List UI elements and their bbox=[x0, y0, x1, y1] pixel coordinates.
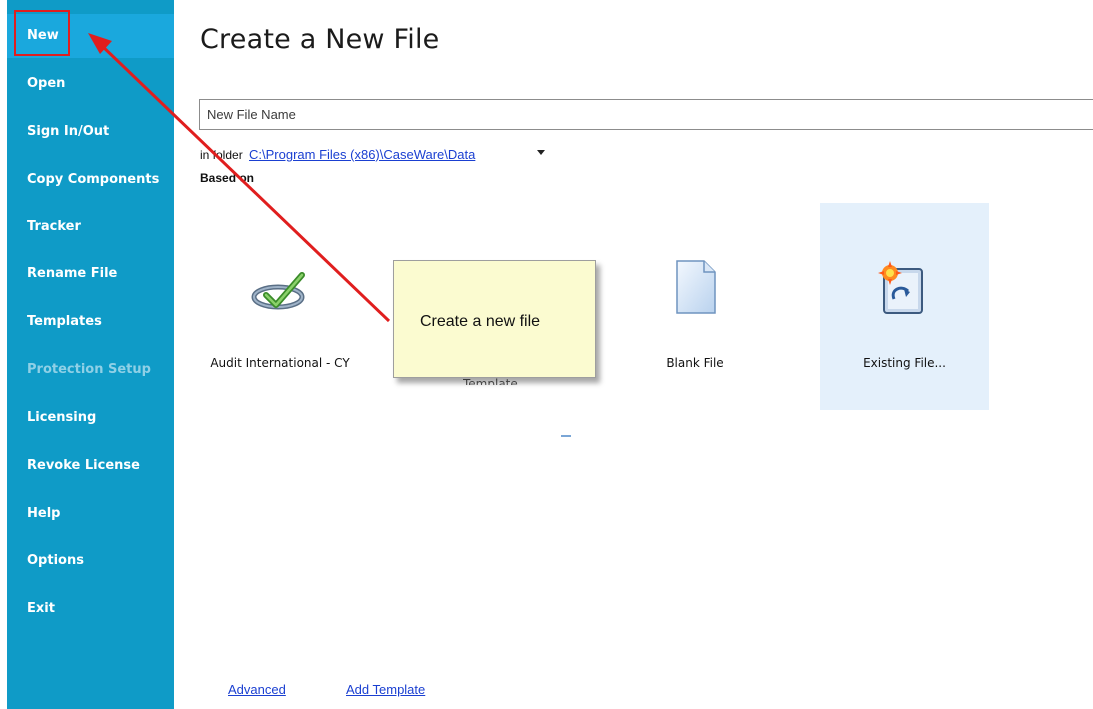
sidebar-item-label: Licensing bbox=[27, 410, 97, 425]
sidebar-item-label: Open bbox=[27, 76, 66, 91]
sidebar-item-options[interactable]: Options bbox=[7, 539, 174, 583]
callout-text: Create a new file bbox=[420, 313, 541, 330]
sidebar-item-templates[interactable]: Templates bbox=[7, 300, 174, 344]
file-name-input[interactable] bbox=[199, 99, 1093, 130]
sidebar-item-label: Options bbox=[27, 553, 84, 568]
template-tile-label: Audit International - CY bbox=[210, 356, 350, 370]
template-tile-label: Blank File bbox=[666, 356, 724, 370]
template-tile-blank-file[interactable]: Blank File bbox=[620, 203, 770, 410]
template-tile-label-partial: Template bbox=[463, 377, 518, 385]
checkmark-icon bbox=[251, 272, 305, 310]
sidebar-item-label: Tracker bbox=[27, 219, 81, 234]
sidebar-item-tracker[interactable]: Tracker bbox=[7, 205, 174, 249]
sidebar-item-help[interactable]: Help bbox=[7, 492, 174, 536]
chevron-down-icon[interactable] bbox=[537, 150, 545, 155]
sidebar-item-label: Templates bbox=[27, 314, 102, 329]
sidebar-item-label: Sign In/Out bbox=[27, 124, 110, 139]
template-tile-label: Existing File... bbox=[863, 356, 946, 370]
folder-label: in folder bbox=[200, 148, 243, 162]
sidebar-item-licensing[interactable]: Licensing bbox=[7, 396, 174, 440]
folder-path-link[interactable]: C:\Program Files (x86)\CaseWare\Data bbox=[249, 147, 475, 162]
add-template-link[interactable]: Add Template bbox=[346, 682, 425, 697]
sidebar-item-protection-setup[interactable]: Protection Setup bbox=[7, 348, 174, 392]
sidebar-item-label: Revoke License bbox=[27, 458, 140, 473]
blank-document-icon bbox=[676, 260, 716, 314]
sidebar-item-label: Exit bbox=[27, 601, 55, 616]
sidebar-item-label: Help bbox=[27, 506, 61, 521]
sidebar-item-open[interactable]: Open bbox=[7, 62, 174, 106]
page-title: Create a New File bbox=[200, 24, 440, 55]
template-tile-audit-international[interactable]: Audit International - CY bbox=[190, 203, 370, 410]
sidebar-item-rename-file[interactable]: Rename File bbox=[7, 252, 174, 296]
sidebar-item-label: Protection Setup bbox=[27, 362, 151, 377]
existing-file-icon bbox=[878, 261, 923, 314]
sidebar-item-sign-in-out[interactable]: Sign In/Out bbox=[7, 110, 174, 154]
sidebar-item-copy-components[interactable]: Copy Components bbox=[7, 158, 174, 202]
template-tile-existing-file[interactable]: Existing File... bbox=[820, 203, 989, 410]
tooltip-callout: Create a new file bbox=[393, 260, 596, 378]
advanced-link[interactable]: Advanced bbox=[228, 682, 286, 697]
based-on-label: Based on bbox=[200, 171, 255, 185]
sidebar-item-revoke-license[interactable]: Revoke License bbox=[7, 444, 174, 488]
sidebar: New Open Sign In/Out Copy Components Tra… bbox=[7, 0, 174, 709]
sidebar-item-exit[interactable]: Exit bbox=[7, 587, 174, 631]
loading-indicator bbox=[561, 435, 571, 437]
sidebar-item-label: Copy Components bbox=[27, 172, 160, 187]
annotation-highlight-box bbox=[14, 10, 70, 56]
sidebar-item-label: Rename File bbox=[27, 266, 118, 281]
